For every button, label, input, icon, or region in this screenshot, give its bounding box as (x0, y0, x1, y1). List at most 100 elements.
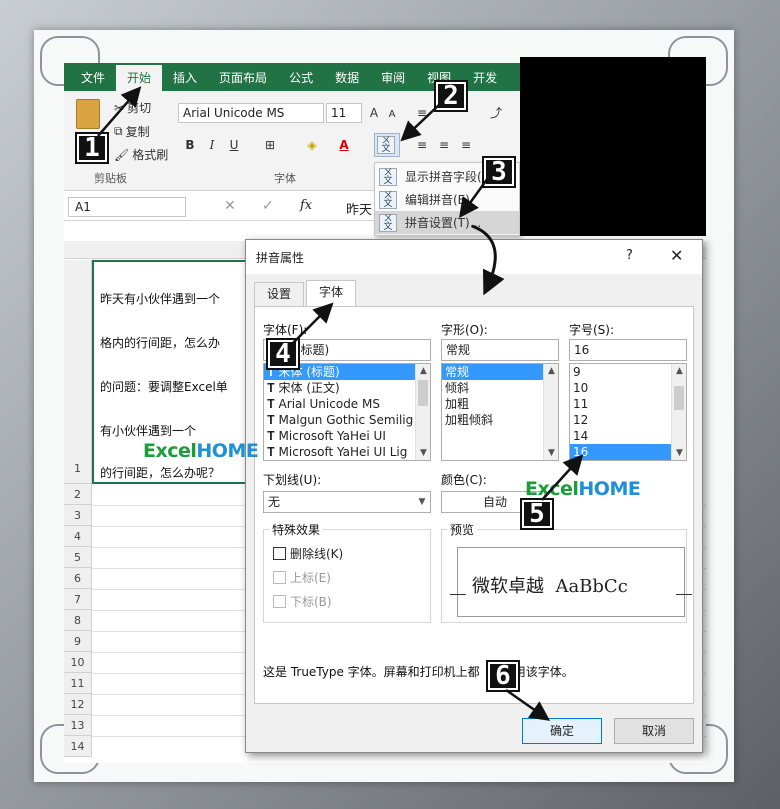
shrink-font-button[interactable]: A (384, 107, 400, 123)
tab-data[interactable]: 数据 (324, 65, 370, 91)
list-item[interactable]: 𝐓 Microsoft YaHei UI (264, 428, 430, 444)
list-item[interactable]: 14 (570, 428, 686, 444)
tab-file[interactable]: 文件 (70, 65, 116, 91)
brush-icon: 🖌 (114, 147, 130, 162)
list-item[interactable]: 𝐓 Malgun Gothic Semilig (264, 412, 430, 428)
orientation-icon[interactable]: ⤴ (488, 105, 504, 121)
scroll-thumb[interactable] (674, 386, 684, 410)
strikethrough-checkbox[interactable]: 删除线(K) (273, 545, 343, 562)
list-item[interactable]: 9 (570, 364, 686, 380)
format-painter-button[interactable]: 🖌 格式刷 (114, 146, 168, 163)
close-icon[interactable]: ✕ (670, 246, 683, 265)
row-header[interactable]: 9 (64, 631, 92, 652)
scroll-thumb[interactable] (418, 380, 428, 406)
align-left-icon[interactable]: ≡ (414, 137, 430, 153)
menu-item-pinyin-settings[interactable]: ㄨ文拼音设置(T)... (375, 211, 519, 234)
preview-box: 微软卓越 AaBbCc (450, 547, 692, 617)
name-box[interactable]: A1 (68, 197, 186, 217)
function-icon[interactable]: fx (300, 198, 312, 213)
preview-baseline-left (450, 594, 466, 595)
list-item[interactable]: 11 (570, 396, 686, 412)
step-marker-1: 1 (77, 134, 107, 162)
style-input[interactable]: 常规 (441, 339, 559, 361)
list-item[interactable]: 加粗倾斜 (442, 412, 558, 428)
font-color-icon[interactable]: A (336, 137, 352, 153)
tab-home[interactable]: 开始 (116, 65, 163, 91)
tab-review[interactable]: 审阅 (370, 65, 416, 91)
step-marker-3: 3 (484, 158, 514, 186)
cell-text-line: 格内的行间距，怎么办 (100, 336, 221, 350)
size-listbox[interactable]: 9 10 11 12 14 16 ▲ ▼ (569, 363, 687, 461)
redacted-area (520, 57, 706, 236)
list-item[interactable]: 𝐓 Arial Unicode MS (264, 396, 430, 412)
preview-text: 微软卓越 AaBbCc (472, 576, 628, 597)
font-name-select[interactable]: Arial Unicode MS (178, 103, 324, 123)
row-header[interactable]: 3 (64, 505, 92, 526)
italic-button[interactable]: I (204, 137, 220, 153)
scroll-up-icon[interactable]: ▲ (416, 364, 430, 378)
row-header[interactable]: 8 (64, 610, 92, 631)
row-header[interactable]: 13 (64, 715, 92, 736)
list-item[interactable]: 倾斜 (442, 380, 558, 396)
list-item[interactable]: 常规 (442, 364, 558, 380)
scroll-up-icon[interactable]: ▲ (672, 364, 686, 378)
align-top-icon[interactable]: ≡ (414, 105, 430, 121)
fill-color-icon[interactable]: ◈ (304, 137, 320, 153)
underline-button[interactable]: U (226, 137, 242, 153)
formula-content[interactable]: 昨天 (346, 199, 372, 218)
tab-font[interactable]: 字体 (306, 280, 357, 306)
row-header[interactable]: 2 (64, 484, 92, 505)
paste-icon[interactable] (76, 99, 100, 129)
style-list-scrollbar[interactable]: ▲ ▼ (543, 364, 558, 460)
edit-pinyin-icon: ㄨ文 (379, 190, 397, 209)
scroll-down-icon[interactable]: ▼ (544, 446, 558, 460)
tab-formulas[interactable]: 公式 (278, 65, 324, 91)
cancel-icon[interactable]: ✕ (224, 198, 236, 214)
font-listbox[interactable]: 𝐓 宋体 (标题) 𝐓 宋体 (正文) 𝐓 Arial Unicode MS 𝐓… (263, 363, 431, 461)
row-header[interactable]: 4 (64, 526, 92, 547)
row-header[interactable]: 11 (64, 673, 92, 694)
tab-insert[interactable]: 插入 (162, 65, 208, 91)
menu-item-edit-pinyin[interactable]: ㄨ文编辑拼音(E) (375, 188, 519, 211)
tab-settings[interactable]: 设置 (254, 282, 305, 306)
list-item[interactable]: 𝐓 Microsoft YaHei UI Lig (264, 444, 430, 460)
list-item[interactable]: 10 (570, 380, 686, 396)
ok-button[interactable]: 确定 (522, 718, 602, 744)
row-header[interactable]: 7 (64, 589, 92, 610)
superscript-checkbox[interactable]: 上标(E) (273, 569, 331, 586)
row-header[interactable]: 14 (64, 736, 92, 757)
scroll-down-icon[interactable]: ▼ (672, 446, 686, 460)
enter-icon[interactable]: ✓ (262, 198, 274, 214)
bold-button[interactable]: B (182, 137, 198, 153)
copy-button[interactable]: ⧉ 复制 (114, 123, 150, 140)
scroll-down-icon[interactable]: ▼ (416, 446, 430, 460)
subscript-checkbox[interactable]: 下标(B) (273, 593, 332, 610)
style-listbox[interactable]: 常规 倾斜 加粗 加粗倾斜 ▲ ▼ (441, 363, 559, 461)
size-list-scrollbar[interactable]: ▲ ▼ (671, 364, 686, 460)
cancel-button[interactable]: 取消 (614, 718, 694, 744)
font-size-select[interactable]: 11 (326, 103, 362, 123)
row-header[interactable]: 12 (64, 694, 92, 715)
scroll-up-icon[interactable]: ▲ (544, 364, 558, 378)
underline-select[interactable]: 无 ▼ (263, 491, 431, 513)
size-input[interactable]: 16 (569, 339, 687, 361)
list-item[interactable]: 16 (570, 444, 686, 460)
list-item[interactable]: 12 (570, 412, 686, 428)
step-marker-2: 2 (436, 82, 466, 110)
list-item[interactable]: 𝐓 宋体 (正文) (264, 380, 430, 396)
font-list-scrollbar[interactable]: ▲ ▼ (415, 364, 430, 460)
align-center-icon[interactable]: ≡ (436, 137, 452, 153)
row-header[interactable]: 1 (64, 260, 92, 484)
cut-button[interactable]: ✂ 剪切 (114, 99, 151, 116)
tab-page-layout[interactable]: 页面布局 (208, 65, 278, 91)
row-header[interactable]: 10 (64, 652, 92, 673)
tab-developer[interactable]: 开发 (462, 65, 508, 91)
pinyin-button[interactable]: ㄨ文 (374, 133, 400, 157)
help-icon[interactable]: ? (626, 248, 633, 263)
align-right-icon[interactable]: ≡ (458, 137, 474, 153)
row-header[interactable]: 5 (64, 547, 92, 568)
border-icon[interactable]: ⊞ (262, 137, 278, 153)
list-item[interactable]: 加粗 (442, 396, 558, 412)
grow-font-button[interactable]: A (366, 105, 382, 121)
row-header[interactable]: 6 (64, 568, 92, 589)
